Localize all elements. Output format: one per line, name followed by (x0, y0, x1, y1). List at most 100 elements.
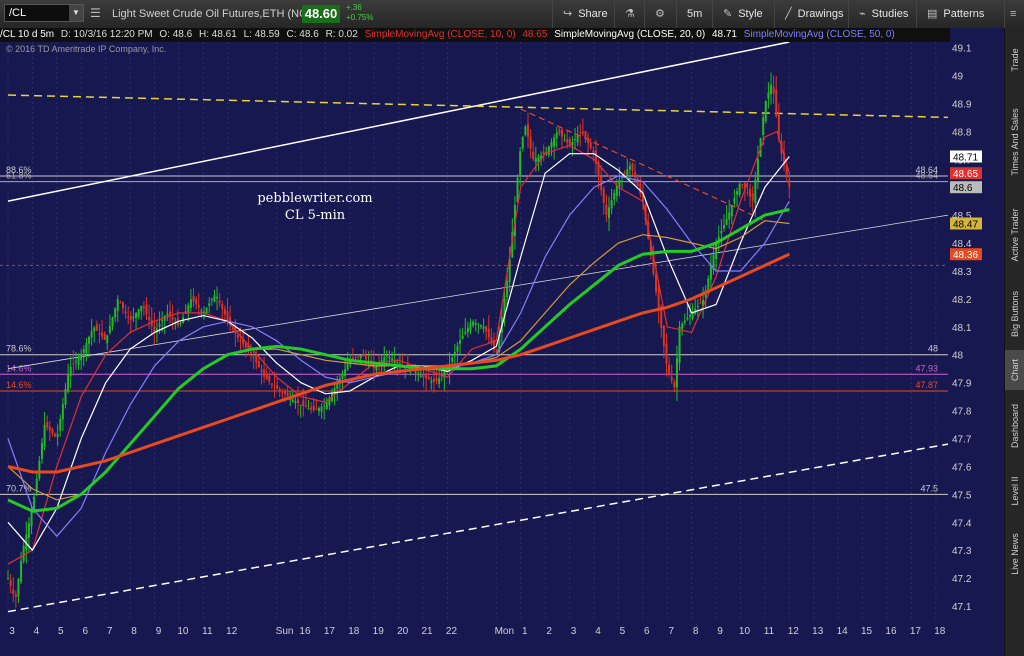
tab-big-buttons[interactable]: Big Buttons (1005, 278, 1024, 350)
candle-body (675, 358, 678, 388)
candle-body (197, 305, 200, 308)
price-chart[interactable]: 88.6% 48.64 61.8% 48.64 78.6% 48 14.6% 47.93 14.… (0, 28, 1004, 656)
candle-body (602, 188, 605, 203)
last-price-badge: 48.60 (302, 5, 340, 23)
candle-body (281, 391, 284, 393)
candle-body (325, 402, 328, 410)
candle-body (95, 324, 98, 331)
candle-body (195, 298, 198, 305)
drawings-button[interactable]: ╱ Drawings (774, 0, 848, 28)
candle-body (628, 165, 631, 170)
candle-body (472, 321, 475, 326)
candle-body (153, 326, 156, 333)
patterns-button[interactable]: ▤ Patterns (916, 0, 1004, 28)
flask-button[interactable]: ⚗ (614, 0, 644, 28)
studies-button[interactable]: ⌁ Studies (848, 0, 916, 28)
x-axis-tick-label: 7 (668, 626, 674, 637)
ohlc-high: H: 48.61 (199, 29, 237, 40)
candle-body (615, 185, 618, 196)
style-button[interactable]: ✎ Style (712, 0, 774, 28)
candle-body (286, 392, 289, 396)
candle-body (626, 169, 629, 178)
candle-body (477, 324, 480, 326)
x-axis-tick-label: 17 (324, 626, 336, 637)
candle-body (547, 146, 550, 155)
study-sma20-value: 48.71 (711, 29, 737, 40)
candle-body (320, 406, 323, 412)
tab-dashboard[interactable]: Dashboard (1005, 390, 1024, 462)
candle-body (103, 333, 106, 340)
study-sma50-label[interactable]: SimpleMovingAvg (CLOSE, 50, 0) (744, 29, 895, 40)
candle-body (276, 385, 279, 389)
candle-body (226, 311, 229, 321)
side-tab-bar: Trade Times And Sales Active Trader Big … (1004, 28, 1024, 656)
candle-body (464, 331, 467, 334)
tab-active-trader[interactable]: Active Trader (1005, 192, 1024, 278)
candle-body (574, 139, 577, 141)
study-sma20-label[interactable]: SimpleMovingAvg (CLOSE, 20, 0) (554, 29, 705, 40)
x-axis-tick-label: 4 (34, 626, 40, 637)
candle-body (72, 362, 75, 364)
settings-button[interactable]: ⚙ (644, 0, 676, 28)
tab-trade[interactable]: Trade (1005, 28, 1024, 92)
tab-chart[interactable]: Chart (1005, 350, 1024, 390)
candle-body (715, 242, 718, 259)
share-button[interactable]: ↪ Share (552, 0, 614, 28)
candle-body (210, 299, 213, 301)
x-axis-tick-label: 18 (348, 626, 360, 637)
candle-body (137, 309, 140, 317)
y-axis-tick-label: 49.1 (952, 44, 972, 55)
x-axis-tick-label: 4 (595, 626, 601, 637)
candle-body (354, 357, 357, 359)
candle-body (482, 326, 485, 329)
x-axis-tick-label: 3 (571, 626, 577, 637)
trendline-mid-channel (7, 214, 949, 370)
candle-body (127, 316, 130, 318)
candle-body (244, 343, 247, 348)
share-label: Share (578, 8, 608, 20)
fib-level-label: 61.8% (6, 171, 32, 181)
candle-body (218, 300, 221, 303)
candle-body (161, 320, 164, 322)
candle-body (148, 317, 151, 321)
symbol-dropdown-icon[interactable]: ▼ (69, 5, 83, 21)
symbol-text: /CL (9, 7, 27, 19)
x-axis-tick-label: 1 (522, 626, 528, 637)
candle-body (74, 360, 77, 362)
candle-body (516, 178, 519, 202)
candle-body (560, 129, 563, 137)
menu-button[interactable]: ≡ (1004, 0, 1024, 28)
tab-live-news[interactable]: Live News (1005, 520, 1024, 588)
candle-body (605, 204, 608, 215)
y-axis-tick-label: 48.8 (952, 127, 972, 138)
candle-body (456, 345, 459, 352)
x-axis-tick-label: 10 (739, 626, 751, 637)
tab-level-ii[interactable]: Level II (1005, 462, 1024, 520)
chart-canvas[interactable]: 88.6% 48.6461.8% 48.6478.6% 4814.6% 47.9314.… (0, 28, 1004, 656)
candle-body (587, 137, 590, 143)
flask-icon: ⚗ (625, 8, 635, 20)
study-sma10-label[interactable]: SimpleMovingAvg (CLOSE, 10, 0) (365, 29, 516, 40)
candle-body (432, 378, 435, 383)
candle-body (427, 377, 430, 380)
patterns-icon: ▤ (927, 8, 938, 20)
ohlc-low: L: 48.59 (243, 29, 280, 40)
favorite-icon[interactable]: ☰ (90, 6, 101, 20)
tab-times-and-sales-label: Times And Sales (1010, 108, 1020, 176)
candle-body (584, 131, 587, 139)
candle-body (27, 523, 30, 539)
y-axis-tick-label: 47.1 (952, 602, 972, 613)
x-axis-tick-label: 12 (788, 626, 800, 637)
ohlc-range: R: 0.02 (325, 29, 358, 40)
candle-body (722, 224, 725, 229)
tab-times-and-sales[interactable]: Times And Sales (1005, 92, 1024, 192)
candle-body (85, 342, 88, 354)
symbol-input[interactable]: /CL ▼ (4, 4, 84, 22)
x-axis-tick-label: 19 (373, 626, 385, 637)
fib-level-value: 47.87 (915, 380, 938, 390)
candle-body (639, 183, 642, 194)
timeframe-button[interactable]: 5m (676, 0, 712, 28)
candle-body (568, 138, 571, 146)
candle-body (589, 142, 592, 148)
candle-body (451, 357, 454, 362)
